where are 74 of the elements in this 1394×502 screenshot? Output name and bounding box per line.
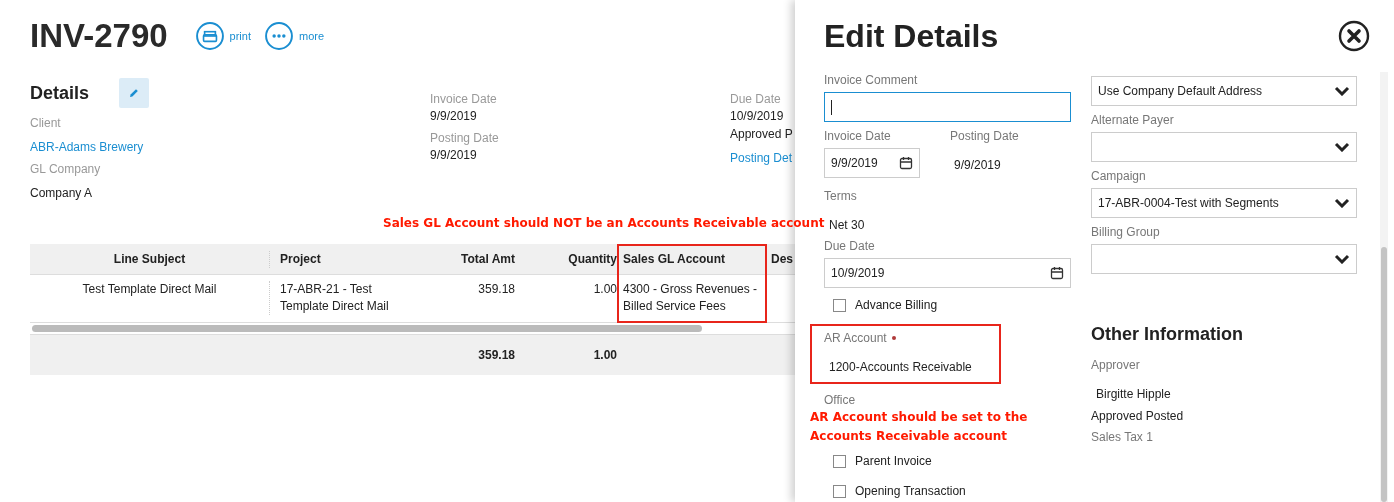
field-label: Alternate Payer <box>1091 112 1175 128</box>
comment-field[interactable] <box>824 92 1071 122</box>
posting-link[interactable]: Posting Det <box>730 149 793 167</box>
field-value: 9/9/2019 <box>430 108 478 125</box>
column-header: Quantity <box>567 250 617 268</box>
table-cell-text: 1.00 <box>592 281 617 298</box>
invoice-title: INV-2790 <box>30 17 168 55</box>
total-cell-text: 359.18 <box>477 346 516 364</box>
checkbox[interactable] <box>833 454 846 468</box>
field-label: GL Company <box>30 161 102 177</box>
column-header: Line Subject <box>30 250 270 268</box>
field-label: Campaign <box>1091 168 1147 184</box>
chevron-down-icon <box>1334 86 1350 96</box>
total-cell-text: 1.00 <box>592 346 617 364</box>
column-header: Project <box>279 250 322 268</box>
scrollbar[interactable] <box>32 325 702 332</box>
date-field[interactable]: 10/9/2019 <box>824 258 1071 288</box>
field-label: Billing Group <box>1091 224 1161 240</box>
field-label: Terms <box>824 188 857 204</box>
checkbox[interactable] <box>833 484 846 498</box>
annotation-note: Sales GL Account should NOT be an Accounts Receivable account <box>383 216 825 230</box>
edit-button[interactable] <box>119 78 150 108</box>
action-link[interactable]: more <box>265 22 325 50</box>
more-icon <box>265 22 293 50</box>
table-cell-text: 4300 - Gross Revenues - Billed Service Fees <box>622 281 759 315</box>
field-label: Invoice Comment <box>824 72 919 88</box>
chevron-down-icon <box>1334 254 1350 264</box>
close-button[interactable] <box>1338 20 1370 52</box>
table-cell-text: 17-ABR-21 - Test Template Direct Mail <box>279 281 390 315</box>
field-value: Company A <box>30 185 94 202</box>
calendar-icon <box>1050 266 1064 280</box>
close-icon <box>1338 20 1370 52</box>
column-header: Des <box>770 250 794 268</box>
field-label: Office <box>824 392 857 408</box>
field-label: Due Date <box>824 238 876 254</box>
field-value: 10/9/2019 <box>730 108 785 125</box>
field-label: Invoice Date <box>824 128 892 144</box>
table-cell: Test Template Direct Mail <box>30 281 270 315</box>
field-label: Client <box>30 115 62 131</box>
panel-title: Edit Details <box>824 17 999 55</box>
table-cell-text: 359.18 <box>477 281 516 298</box>
section-heading: Details <box>30 82 90 104</box>
dropdown[interactable]: 17-ABR-0004-Test with Segments <box>1091 188 1357 218</box>
field-value: Approved P <box>730 126 793 143</box>
checkbox-label: Parent Invoice <box>855 454 932 468</box>
action-link[interactable]: print <box>195 22 251 50</box>
field-label: Posting Date <box>430 130 500 146</box>
checkbox-label: Opening Transaction <box>855 484 966 498</box>
printer-icon <box>195 22 224 50</box>
field-label: Due Date <box>730 91 782 107</box>
field-label: Posting Date <box>950 128 1019 144</box>
field-value: 1200-Accounts Receivable <box>828 359 973 376</box>
field-value: 9/9/2019 <box>430 147 478 164</box>
field-label: AR Account <box>824 330 887 346</box>
checkbox[interactable] <box>833 298 846 312</box>
checkbox-label: Advance Billing <box>855 298 938 312</box>
field-value: 9/9/2019 <box>953 157 1002 172</box>
chevron-down-icon <box>1334 142 1350 152</box>
field-label: Sales Tax 1 <box>1091 429 1154 445</box>
field-label: Approver <box>1091 357 1141 373</box>
client-link[interactable]: ABR-Adams Brewery <box>30 138 430 156</box>
dropdown[interactable]: Use Company Default Address <box>1091 76 1357 106</box>
calendar-icon <box>899 156 913 170</box>
annotation-note: AR Account should be set to the Accounts Receivable account <box>810 409 1029 445</box>
column-header: Sales GL Account <box>622 250 727 268</box>
scrollbar[interactable] <box>1380 72 1388 502</box>
field-value: Birgitte Hipple <box>1095 386 1172 403</box>
chevron-down-icon <box>1334 198 1350 208</box>
date-field[interactable]: 9/9/2019 <box>824 148 920 178</box>
field-label: Invoice Date <box>430 91 498 107</box>
column-header: Total Amt <box>460 250 516 268</box>
field-value: Net 30 <box>828 217 866 234</box>
section-heading: Other Information <box>1091 324 1244 345</box>
status-text: Approved Posted <box>1091 409 1185 423</box>
